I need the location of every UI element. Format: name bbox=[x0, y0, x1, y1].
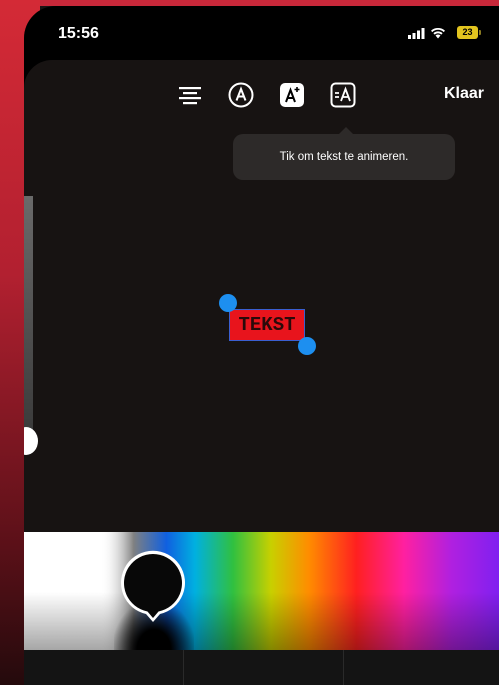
phone-screen: 15:56 23 Klaar Tik om tekst te animeren.… bbox=[24, 6, 499, 685]
animate-text-icon[interactable] bbox=[329, 81, 357, 109]
color-selector-marker[interactable] bbox=[118, 538, 188, 624]
color-picker-shade bbox=[24, 592, 499, 650]
status-bar: 15:56 23 bbox=[24, 6, 499, 61]
selection-handle-bottom-right[interactable] bbox=[298, 337, 316, 355]
battery-icon: 23 bbox=[457, 26, 478, 39]
animate-tooltip: Tik om tekst te animeren. bbox=[233, 134, 455, 180]
selection-handle-top-left[interactable] bbox=[219, 294, 237, 312]
text-layer[interactable]: TEKST bbox=[229, 309, 305, 341]
status-time: 15:56 bbox=[58, 25, 99, 42]
battery-tip bbox=[479, 30, 481, 35]
bottom-tab-2[interactable] bbox=[184, 650, 344, 685]
tooltip-text: Tik om tekst te animeren. bbox=[279, 151, 409, 163]
font-style-icon[interactable] bbox=[227, 81, 255, 109]
done-button[interactable]: Klaar bbox=[444, 85, 484, 103]
text-align-icon[interactable] bbox=[176, 81, 204, 109]
text-editor-canvas[interactable] bbox=[24, 60, 499, 532]
color-picker-gradient[interactable] bbox=[24, 532, 499, 650]
bottom-tab-1[interactable] bbox=[24, 650, 184, 685]
cellular-signal-icon bbox=[408, 28, 425, 39]
bottom-tab-bar bbox=[24, 650, 499, 685]
wifi-icon bbox=[431, 27, 445, 39]
bottom-tab-3[interactable] bbox=[344, 650, 499, 685]
tooltip-arrow bbox=[339, 127, 353, 134]
battery-level: 23 bbox=[462, 27, 473, 37]
text-background-icon[interactable] bbox=[278, 81, 306, 109]
font-size-track[interactable] bbox=[24, 196, 33, 436]
